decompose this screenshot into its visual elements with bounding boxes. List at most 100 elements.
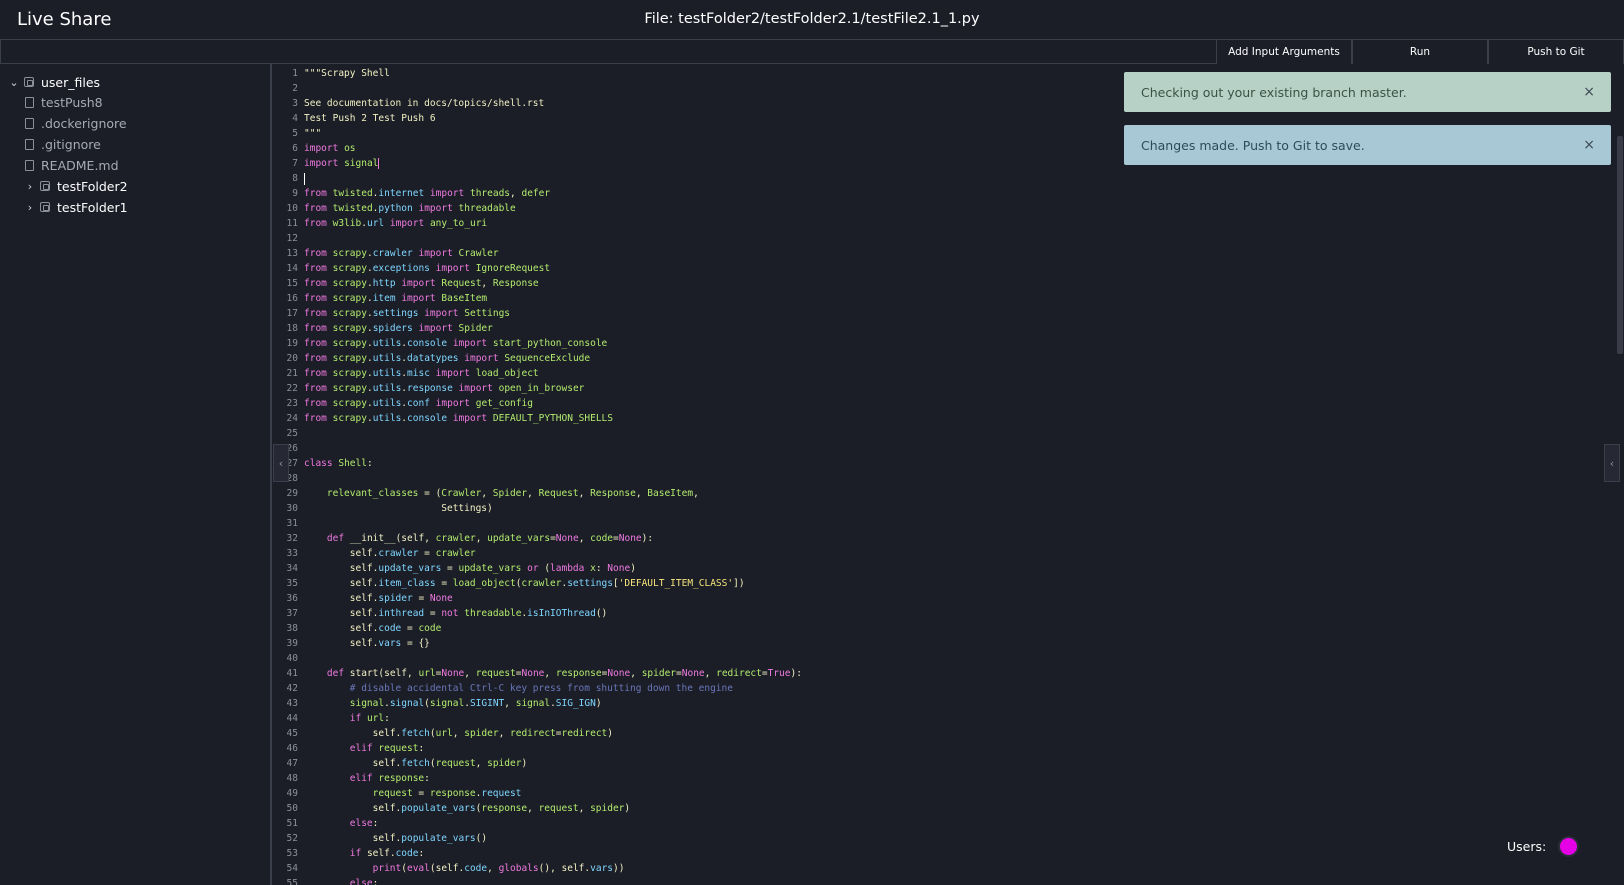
code-line[interactable]: 44 if url:: [274, 711, 802, 726]
code-line[interactable]: 38 self.code = code: [274, 621, 802, 636]
tree-folder-testfolder2[interactable]: › testFolder2: [23, 176, 128, 196]
line-text[interactable]: Test Push 2 Test Push 6: [304, 111, 436, 126]
code-line[interactable]: 25: [274, 426, 802, 441]
chevron-right-icon[interactable]: ›: [23, 201, 37, 214]
line-text[interactable]: from twisted.internet import threads, de…: [304, 186, 550, 201]
code-line[interactable]: 1 """Scrapy Shell: [274, 66, 802, 81]
line-text[interactable]: import os: [304, 141, 356, 156]
line-text[interactable]: relevant_classes = (Crawler, Spider, Req…: [304, 486, 699, 501]
line-text[interactable]: self.update_vars = update_vars or (lambd…: [304, 561, 636, 576]
code-line[interactable]: 3 See documentation in docs/topics/shell.…: [274, 96, 802, 111]
code-line[interactable]: 11 from w3lib.url import any_to_uri: [274, 216, 802, 231]
line-text[interactable]: self.item_class = load_object(crawler.se…: [304, 576, 745, 591]
line-text[interactable]: elif request:: [304, 741, 424, 756]
code-line[interactable]: 28: [274, 471, 802, 486]
code-line[interactable]: 31: [274, 516, 802, 531]
code-line[interactable]: 6 import os: [274, 141, 802, 156]
code-line[interactable]: 49 request = response.request: [274, 786, 802, 801]
line-text[interactable]: Settings): [304, 501, 492, 516]
code-line[interactable]: 55 else:: [274, 876, 802, 885]
line-text[interactable]: signal.signal(signal.SIGINT, signal.SIG_…: [304, 696, 602, 711]
collapse-right-panel-handle[interactable]: ‹: [1604, 444, 1620, 482]
run-button[interactable]: Run: [1352, 40, 1488, 64]
code-line[interactable]: 16 from scrapy.item import BaseItem: [274, 291, 802, 306]
line-text[interactable]: print(eval(self.code, globals(), self.va…: [304, 861, 625, 876]
push-to-git-button[interactable]: Push to Git: [1488, 40, 1624, 64]
code-line[interactable]: 53 if self.code:: [274, 846, 802, 861]
line-text[interactable]: self.crawler = crawler: [304, 546, 476, 561]
code-lines[interactable]: 1 """Scrapy Shell 2 3 See documentation in d…: [274, 66, 802, 885]
code-line[interactable]: 24 from scrapy.utils.console import DEFAU…: [274, 411, 802, 426]
line-text[interactable]: from scrapy.utils.console import DEFAULT…: [304, 411, 613, 426]
code-line[interactable]: 14 from scrapy.exceptions import IgnoreRe…: [274, 261, 802, 276]
line-text[interactable]: else:: [304, 876, 379, 885]
line-text[interactable]: from scrapy.utils.conf import get_config: [304, 396, 533, 411]
code-line[interactable]: 42 # disable accidental Ctrl-C key press…: [274, 681, 802, 696]
line-text[interactable]: from scrapy.crawler import Crawler: [304, 246, 499, 261]
code-line[interactable]: 48 elif response:: [274, 771, 802, 786]
line-text[interactable]: if url:: [304, 711, 390, 726]
code-line[interactable]: 50 self.populate_vars(response, request,…: [274, 801, 802, 816]
code-line[interactable]: 20 from scrapy.utils.datatypes import Seq…: [274, 351, 802, 366]
close-icon[interactable]: ×: [1583, 137, 1595, 153]
line-text[interactable]: from scrapy.utils.console import start_p…: [304, 336, 607, 351]
line-text[interactable]: self.fetch(request, spider): [304, 756, 528, 771]
line-text[interactable]: # disable accidental Ctrl-C key press fr…: [304, 681, 733, 696]
code-line[interactable]: 8: [274, 171, 802, 186]
line-text[interactable]: self.inthread = not threadable.isInIOThr…: [304, 606, 608, 621]
line-text[interactable]: elif response:: [304, 771, 430, 786]
chevron-right-icon[interactable]: ›: [23, 180, 37, 193]
line-text[interactable]: self.vars = {}: [304, 636, 430, 651]
line-text[interactable]: [304, 171, 305, 186]
line-text[interactable]: request = response.request: [304, 786, 522, 801]
line-text[interactable]: from scrapy.item import BaseItem: [304, 291, 487, 306]
code-line[interactable]: 26: [274, 441, 802, 456]
line-text[interactable]: from twisted.python import threadable: [304, 201, 516, 216]
code-line[interactable]: 39 self.vars = {}: [274, 636, 802, 651]
code-line[interactable]: 51 else:: [274, 816, 802, 831]
user-avatar[interactable]: [1558, 836, 1580, 857]
code-line[interactable]: 23 from scrapy.utils.conf import get_conf…: [274, 396, 802, 411]
line-text[interactable]: def __init__(self, crawler, update_vars=…: [304, 531, 653, 546]
code-editor[interactable]: 1 """Scrapy Shell 2 3 See documentation in d…: [274, 64, 1624, 885]
code-line[interactable]: 37 self.inthread = not threadable.isInIO…: [274, 606, 802, 621]
code-line[interactable]: 17 from scrapy.settings import Settings: [274, 306, 802, 321]
code-line[interactable]: 33 self.crawler = crawler: [274, 546, 802, 561]
add-input-arguments-button[interactable]: Add Input Arguments: [1216, 40, 1352, 64]
tree-item-file[interactable]: README.md: [21, 155, 119, 175]
code-line[interactable]: 10 from twisted.python import threadable: [274, 201, 802, 216]
line-text[interactable]: from scrapy.exceptions import IgnoreRequ…: [304, 261, 550, 276]
line-text[interactable]: from scrapy.utils.datatypes import Seque…: [304, 351, 590, 366]
code-line[interactable]: 29 relevant_classes = (Crawler, Spider, …: [274, 486, 802, 501]
code-line[interactable]: 12: [274, 231, 802, 246]
code-line[interactable]: 45 self.fetch(url, spider, redirect=redi…: [274, 726, 802, 741]
tree-root-user-files[interactable]: ⌄ user_files: [7, 72, 100, 92]
code-line[interactable]: 5 """: [274, 126, 802, 141]
tree-item-file[interactable]: .dockerignore: [21, 113, 127, 133]
line-text[interactable]: class Shell:: [304, 456, 373, 471]
code-line[interactable]: 7 import signal: [274, 156, 802, 171]
line-text[interactable]: See documentation in docs/topics/shell.r…: [304, 96, 544, 111]
line-text[interactable]: from scrapy.settings import Settings: [304, 306, 510, 321]
collapse-sidebar-handle[interactable]: ‹: [273, 444, 289, 482]
line-text[interactable]: self.spider = None: [304, 591, 453, 606]
code-line[interactable]: 32 def __init__(self, crawler, update_va…: [274, 531, 802, 546]
line-text[interactable]: """: [304, 126, 321, 141]
code-line[interactable]: 52 self.populate_vars(): [274, 831, 802, 846]
line-text[interactable]: if self.code:: [304, 846, 424, 861]
line-text[interactable]: from scrapy.spiders import Spider: [304, 321, 493, 336]
code-line[interactable]: 9 from twisted.internet import threads, d…: [274, 186, 802, 201]
code-line[interactable]: 30 Settings): [274, 501, 802, 516]
code-line[interactable]: 13 from scrapy.crawler import Crawler: [274, 246, 802, 261]
code-line[interactable]: 18 from scrapy.spiders import Spider: [274, 321, 802, 336]
code-line[interactable]: 27 class Shell:: [274, 456, 802, 471]
line-text[interactable]: import signal: [304, 156, 380, 171]
code-line[interactable]: 15 from scrapy.http import Request, Respo…: [274, 276, 802, 291]
code-line[interactable]: 43 signal.signal(signal.SIGINT, signal.S…: [274, 696, 802, 711]
line-text[interactable]: from scrapy.http import Request, Respons…: [304, 276, 539, 291]
line-text[interactable]: from scrapy.utils.response import open_i…: [304, 381, 584, 396]
code-line[interactable]: 40: [274, 651, 802, 666]
code-line[interactable]: 21 from scrapy.utils.misc import load_obj…: [274, 366, 802, 381]
tree-folder-testfolder1[interactable]: › testFolder1: [23, 197, 128, 217]
code-line[interactable]: 47 self.fetch(request, spider): [274, 756, 802, 771]
